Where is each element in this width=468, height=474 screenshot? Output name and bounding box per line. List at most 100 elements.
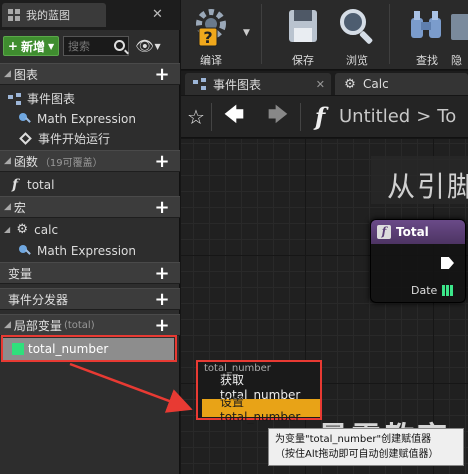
section-graphs[interactable]: ◢ 图表 +	[0, 63, 180, 85]
function-total-label: total	[27, 177, 55, 192]
functions-override-hint: （19可覆盖）	[39, 157, 103, 169]
find-icon	[411, 11, 441, 38]
browse-icon	[340, 9, 373, 44]
math-expression-icon	[18, 244, 32, 258]
section-event-dispatchers[interactable]: 事件分发器 +	[0, 288, 180, 310]
browse-button[interactable]: 浏览	[329, 6, 385, 67]
save-button[interactable]: 保存	[275, 6, 331, 67]
tab-calc-label: Calc	[363, 77, 389, 91]
svg-text:?: ?	[203, 28, 212, 47]
collapse-arrow-icon: ◢	[4, 225, 11, 234]
favorite-star-icon[interactable]: ☆	[181, 105, 211, 129]
section-local-variables-label: 局部变量	[13, 318, 62, 333]
toolbar-separator	[389, 4, 390, 64]
plus-icon: +	[7, 39, 18, 53]
hide-label: 隐	[451, 54, 462, 66]
integer-pin-icon[interactable]	[442, 285, 453, 296]
add-variable-button[interactable]: +	[154, 265, 170, 283]
graph-tab-bar: 事件图表 ✕ ⚙ Calc	[181, 71, 468, 95]
tree-item-event-graph[interactable]: 事件图表	[8, 88, 75, 109]
panel-toolbar: + 新增 ▼ 搜索 👁 ▼	[0, 33, 180, 59]
section-macros-label: 宏	[13, 200, 26, 215]
variable-drop-menu: total_number 获取 total_number 设置 total_nu…	[196, 360, 322, 424]
compile-icon: ?	[196, 9, 226, 47]
dropdown-arrow-icon: ▼	[47, 41, 55, 51]
math-expression-label: Math Expression	[37, 111, 136, 126]
save-label: 保存	[292, 54, 314, 67]
search-placeholder: 搜索	[68, 40, 90, 53]
panel-tab-title: 我的蓝图	[26, 9, 70, 22]
exec-output-pin[interactable]	[441, 257, 454, 269]
browse-label: 浏览	[346, 54, 368, 67]
function-icon: f	[11, 176, 19, 193]
math-expression-2-label: Math Expression	[37, 243, 136, 258]
graph-watermark-text: 从引脚	[387, 170, 468, 203]
back-arrow-icon[interactable]: 🡄	[212, 100, 256, 134]
main-toolbar: ? 编译 ▼ 保存 浏览 查找 隐	[181, 0, 468, 70]
close-tab-icon[interactable]: ✕	[316, 78, 325, 91]
my-blueprint-panel: 我的蓝图 ✕ + 新增 ▼ 搜索 👁 ▼ ◢ 图表 + 事件图表 Math Exp…	[0, 0, 180, 474]
section-local-variables[interactable]: ◢ 局部变量 (total) +	[0, 314, 180, 336]
function-node-total[interactable]: f Total Date	[370, 219, 466, 303]
set-variable-option[interactable]: 设置 total_number	[202, 395, 320, 424]
hide-icon	[451, 14, 468, 40]
add-event-dispatcher-button[interactable]: +	[154, 291, 170, 309]
section-macros[interactable]: ◢ 宏 +	[0, 196, 180, 218]
find-label: 查找	[416, 54, 438, 67]
node-header: f Total	[371, 220, 465, 244]
event-graph-label: 事件图表	[27, 92, 76, 106]
math-expression-icon	[18, 112, 32, 126]
add-local-variable-button[interactable]: +	[154, 317, 170, 335]
tooltip-line-1: 为变量"total_number"创建赋值器	[275, 434, 432, 445]
collapse-arrow-icon: ◢	[4, 320, 11, 330]
view-options-button[interactable]: 👁 ▼	[133, 36, 163, 56]
add-macro-button[interactable]: +	[154, 199, 170, 217]
eye-icon: 👁	[135, 37, 155, 55]
hint-tooltip: 为变量"total_number"创建赋值器 （按住Alt拖动即可自动创建赋值器…	[268, 428, 464, 466]
save-icon	[289, 10, 317, 42]
tree-item-macro-calc[interactable]: ◢ ⚙ calc	[4, 219, 58, 240]
event-begin-play-label: 事件开始运行	[38, 132, 111, 146]
hide-button[interactable]: 隐	[447, 6, 468, 66]
my-blueprint-tab[interactable]: 我的蓝图	[2, 3, 106, 27]
tab-calc[interactable]: ⚙ Calc	[335, 73, 468, 95]
tree-item-function-total[interactable]: f total	[8, 174, 54, 195]
breadcrumb-separator: >	[416, 106, 432, 127]
add-button-label: 新增	[20, 39, 45, 54]
breadcrumb-next[interactable]: To	[437, 106, 456, 127]
section-variables-label: 变量	[8, 266, 33, 281]
add-new-button[interactable]: + 新增 ▼	[3, 36, 59, 56]
collapse-arrow-icon: ◢	[4, 69, 11, 79]
function-icon: f	[377, 225, 391, 239]
macro-gear-icon: ⚙	[16, 222, 28, 237]
section-functions-label: 函数	[13, 154, 38, 169]
event-graph-icon	[8, 93, 22, 105]
search-input[interactable]: 搜索	[63, 36, 129, 56]
blueprint-grid-icon	[8, 9, 20, 21]
event-graph-icon	[193, 78, 207, 90]
graph-breadcrumb-bar: ☆ 🡄 🡆 f Untitled > To	[181, 96, 468, 138]
compile-options-arrow-icon[interactable]: ▼	[243, 28, 250, 38]
breadcrumb-current[interactable]: Untitled	[339, 106, 410, 127]
node-title: Total	[396, 225, 429, 239]
toolbar-separator	[261, 4, 262, 64]
panel-tab-bar: 我的蓝图 ✕	[0, 0, 180, 30]
tree-item-math-expression-2[interactable]: Math Expression	[18, 240, 136, 261]
tab-event-graph-label: 事件图表	[213, 77, 262, 92]
add-function-button[interactable]: +	[154, 153, 170, 171]
tooltip-line-2: （按住Alt拖动即可自动创建赋值器）	[275, 449, 439, 460]
collapse-arrow-icon: ◢	[4, 156, 11, 166]
local-variables-hint: (total)	[63, 319, 95, 331]
add-graph-button[interactable]: +	[154, 66, 170, 84]
macro-calc-label: calc	[34, 222, 59, 237]
section-functions[interactable]: ◢ 函数 （19可覆盖） +	[0, 150, 180, 172]
section-variables[interactable]: 变量 +	[0, 262, 180, 284]
tab-event-graph[interactable]: 事件图表 ✕	[185, 73, 331, 95]
compile-button[interactable]: ? 编译	[183, 6, 239, 67]
close-panel-icon[interactable]: ✕	[152, 7, 163, 22]
tree-item-math-expression[interactable]: Math Expression	[18, 108, 136, 129]
forward-arrow-icon[interactable]: 🡆	[256, 100, 300, 134]
collapse-arrow-icon: ◢	[4, 202, 11, 212]
tree-item-event-begin-play[interactable]: 事件开始运行	[18, 128, 110, 149]
annotation-highlight-box	[1, 335, 177, 362]
